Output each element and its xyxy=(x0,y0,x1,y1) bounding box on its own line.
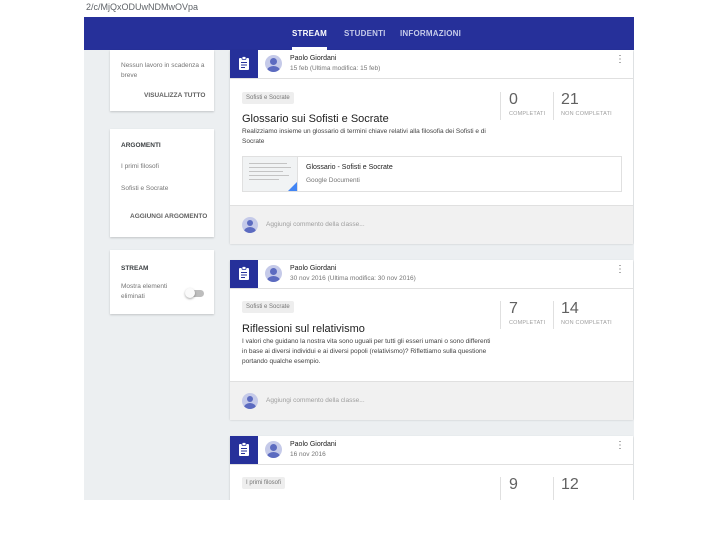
show-deleted-label: Mostra elementi eliminati xyxy=(121,283,168,300)
tab-informazioni[interactable]: INFORMAZIONI xyxy=(400,17,461,50)
assignment-description: I valori che guidano la nostra vita sono… xyxy=(242,338,491,365)
topic-chip[interactable]: Sofisti e Socrate xyxy=(242,301,294,313)
post-date: 30 nov 2016 (Ultima modifica: 30 nov 201… xyxy=(290,275,416,282)
post-header: Paolo Giordani 16 nov 2016 ⋮ xyxy=(230,436,633,464)
attachment-card[interactable]: Glossario - Sofisti e Socrate Google Doc… xyxy=(242,156,622,192)
completed-count[interactable]: 0 xyxy=(509,91,518,109)
user-avatar xyxy=(242,393,258,409)
more-options-icon[interactable]: ⋮ xyxy=(615,441,625,455)
upcoming-text: Nessun lavoro in scadenza a breve xyxy=(121,62,205,79)
completed-label: COMPLETATI xyxy=(509,320,546,326)
stat-divider xyxy=(500,301,501,329)
post-author: Paolo Giordani xyxy=(290,265,337,272)
completed-label: COMPLETATI xyxy=(509,111,546,117)
assignment-description: Realizziamo insieme un glossario di term… xyxy=(242,128,486,145)
stat-divider xyxy=(553,477,554,500)
completed-count[interactable]: 7 xyxy=(509,300,518,318)
not-completed-label: NON COMPLETATI xyxy=(561,320,612,326)
stat-divider xyxy=(553,92,554,120)
address-bar[interactable]: 2/c/MjQxODUwNDMwOVpa xyxy=(84,0,634,17)
not-completed-label: NON COMPLETATI xyxy=(561,111,612,117)
show-deleted-toggle[interactable] xyxy=(185,288,204,298)
assignment-title[interactable]: Riflessioni sul relativismo xyxy=(242,323,365,335)
comment-input[interactable]: Aggiungi commento della classe... xyxy=(266,221,365,228)
header-divider xyxy=(230,464,633,465)
post-header: Paolo Giordani 30 nov 2016 (Ultima modif… xyxy=(230,260,633,288)
more-options-icon[interactable]: ⋮ xyxy=(615,55,625,69)
stat-divider xyxy=(500,92,501,120)
assignment-icon xyxy=(230,260,258,288)
post-header: Paolo Giordani 15 feb (Ultima modifica: … xyxy=(230,50,633,78)
stream-post: Paolo Giordani 15 feb (Ultima modifica: … xyxy=(230,50,633,244)
topics-card: ARGOMENTI I primi filosofi Sofisti e Soc… xyxy=(110,129,214,237)
stream-post: Paolo Giordani 16 nov 2016 ⋮ I primi fil… xyxy=(230,436,633,500)
not-completed-count[interactable]: 14 xyxy=(561,300,579,318)
stream-settings-card: STREAM Mostra elementi eliminati xyxy=(110,250,214,314)
post-date: 16 nov 2016 xyxy=(290,451,326,458)
user-avatar xyxy=(242,217,258,233)
top-nav-bar: STREAM STUDENTI INFORMAZIONI xyxy=(84,17,634,50)
class-comment-bar[interactable]: Aggiungi commento della classe... xyxy=(230,205,633,244)
assignment-icon xyxy=(230,50,258,78)
google-docs-icon xyxy=(288,182,297,191)
topics-heading: ARGOMENTI xyxy=(121,142,161,149)
classroom-app: STREAM STUDENTI INFORMAZIONI Nessun lavo… xyxy=(84,17,634,500)
comment-input[interactable]: Aggiungi commento della classe... xyxy=(266,397,365,404)
tab-studenti[interactable]: STUDENTI xyxy=(344,17,386,50)
header-divider xyxy=(230,78,633,79)
post-author: Paolo Giordani xyxy=(290,55,337,62)
class-comment-bar[interactable]: Aggiungi commento della classe... xyxy=(230,381,633,420)
stream-post: Paolo Giordani 30 nov 2016 (Ultima modif… xyxy=(230,260,633,420)
completed-count[interactable]: 9 xyxy=(509,476,518,494)
topic-item-sofisti-socrate[interactable]: Sofisti e Socrate xyxy=(121,185,168,192)
assignment-icon xyxy=(230,436,258,464)
author-avatar xyxy=(265,55,282,72)
post-date: 15 feb (Ultima modifica: 15 feb) xyxy=(290,65,381,72)
upcoming-card: Nessun lavoro in scadenza a breve VISUAL… xyxy=(110,50,214,111)
not-completed-count[interactable]: 12 xyxy=(561,476,579,494)
toggle-knob xyxy=(185,288,195,298)
stream-settings-heading: STREAM xyxy=(121,265,149,272)
topic-item-primi-filosofi[interactable]: I primi filosofi xyxy=(121,163,159,170)
post-author: Paolo Giordani xyxy=(290,441,337,448)
attachment-title[interactable]: Glossario - Sofisti e Socrate xyxy=(306,164,393,171)
document-thumbnail xyxy=(243,157,298,191)
stat-divider xyxy=(500,477,501,500)
topic-chip[interactable]: I primi filosofi xyxy=(242,477,286,489)
add-topic-button[interactable]: AGGIUNGI ARGOMENTO xyxy=(130,213,207,220)
topic-chip[interactable]: Sofisti e Socrate xyxy=(242,92,294,104)
author-avatar xyxy=(265,441,282,458)
view-all-button[interactable]: VISUALIZZA TUTTO xyxy=(144,92,205,99)
not-completed-count[interactable]: 21 xyxy=(561,91,579,109)
stat-divider xyxy=(553,301,554,329)
tab-stream[interactable]: STREAM xyxy=(292,17,327,50)
header-divider xyxy=(230,288,633,289)
more-options-icon[interactable]: ⋮ xyxy=(615,265,625,279)
attachment-type: Google Documenti xyxy=(306,177,360,184)
assignment-title[interactable]: Glossario sui Sofisti e Socrate xyxy=(242,113,389,125)
author-avatar xyxy=(265,265,282,282)
